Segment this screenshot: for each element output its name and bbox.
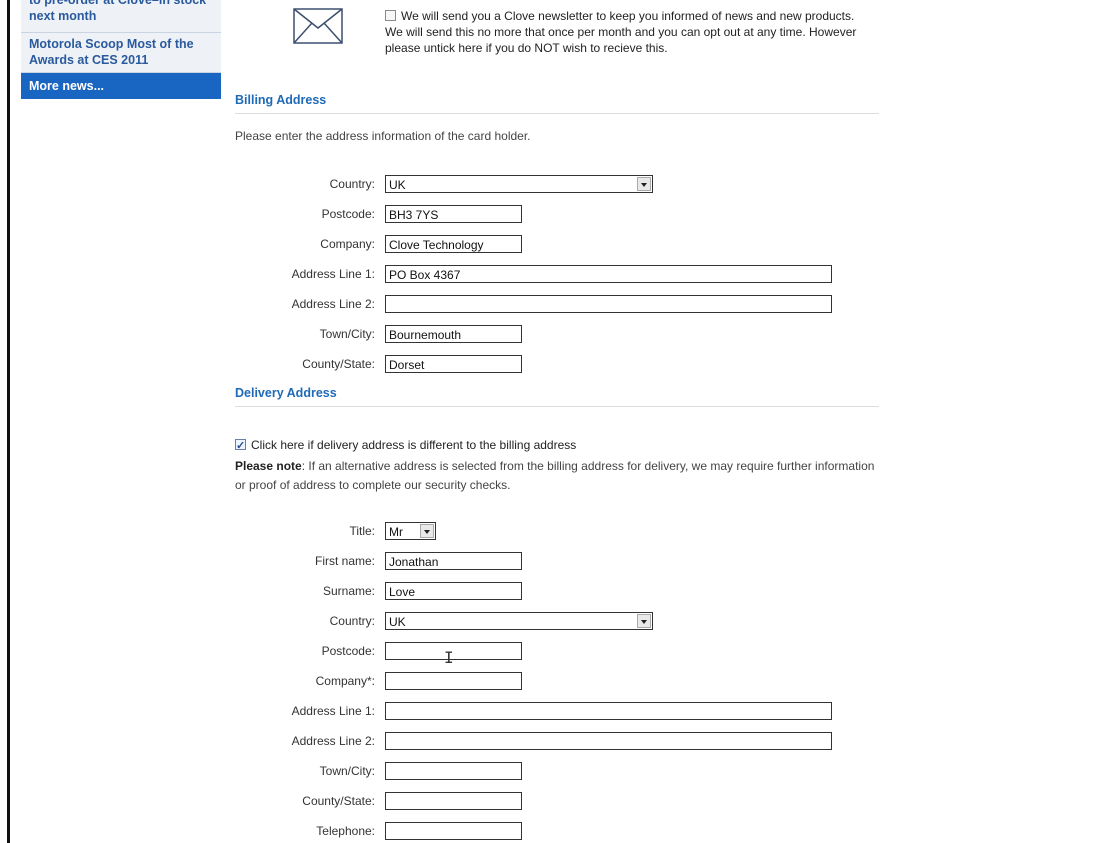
field-label: Town/City:: [319, 327, 375, 341]
billing-address-heading: Billing Address: [235, 93, 879, 114]
news-link[interactable]: to pre-order at Clove–in stock next mont…: [21, 0, 221, 33]
delivery-address2-input[interactable]: [385, 732, 832, 750]
field-label: First name:: [314, 554, 375, 568]
billing-intro: Please enter the address information of …: [235, 129, 531, 143]
field-label: Company:: [320, 237, 375, 251]
field-label: Title:: [349, 524, 375, 538]
billing-address2-input[interactable]: [385, 295, 832, 313]
delivery-town-input[interactable]: [385, 762, 522, 780]
field-label: Surname:: [322, 584, 375, 598]
chevron-down-icon[interactable]: [637, 614, 651, 628]
note-text: : If an alternative address is selected …: [235, 459, 875, 492]
field-label: Address Line 2:: [291, 297, 375, 311]
delivery-different-label: Click here if delivery address is differ…: [251, 438, 577, 452]
envelope-icon: [293, 8, 343, 44]
newsletter-checkbox[interactable]: [385, 10, 396, 21]
chevron-down-icon[interactable]: [637, 177, 651, 191]
field-label: Postcode:: [321, 644, 375, 658]
delivery-firstname-input[interactable]: Jonathan: [385, 552, 522, 570]
delivery-note: Please note: If an alternative address i…: [235, 457, 875, 495]
more-news-link[interactable]: More news...: [21, 73, 221, 99]
billing-address1-input[interactable]: PO Box 4367: [385, 265, 832, 283]
text-cursor-icon: I: [444, 648, 454, 667]
field-label: County/State:: [302, 357, 375, 371]
billing-company-input[interactable]: Clove Technology: [385, 235, 522, 253]
billing-postcode-input[interactable]: BH3 7YS: [385, 205, 522, 223]
field-label: Company*:: [315, 674, 375, 688]
billing-country-select[interactable]: UK: [385, 175, 653, 193]
field-label: Country:: [329, 177, 375, 191]
delivery-company-input[interactable]: [385, 672, 522, 690]
delivery-different-checkbox[interactable]: [235, 437, 246, 456]
field-label: Address Line 2:: [291, 734, 375, 748]
delivery-address-heading: Delivery Address: [235, 386, 879, 407]
billing-county-input[interactable]: Dorset: [385, 355, 522, 373]
news-sidebar: to pre-order at Clove–in stock next mont…: [21, 0, 221, 99]
note-heading: Please note: [235, 459, 302, 473]
delivery-different-option: Click here if delivery address is differ…: [235, 436, 875, 456]
field-label: County/State:: [302, 794, 375, 808]
delivery-telephone-input[interactable]: [385, 822, 522, 840]
page-left-border: [7, 0, 10, 843]
field-label: Address Line 1:: [291, 704, 375, 718]
delivery-title-select[interactable]: Mr: [385, 522, 436, 540]
field-label: Address Line 1:: [291, 267, 375, 281]
delivery-surname-input[interactable]: Love: [385, 582, 522, 600]
news-link[interactable]: Motorola Scoop Most of the Awards at CES…: [21, 33, 221, 73]
chevron-down-icon[interactable]: [420, 524, 434, 538]
field-label: Country:: [329, 614, 375, 628]
delivery-address1-input[interactable]: [385, 702, 832, 720]
field-label: Town/City:: [319, 764, 375, 778]
field-label: Postcode:: [321, 207, 375, 221]
delivery-country-select[interactable]: UK: [385, 612, 653, 630]
field-label: Telephone:: [316, 824, 375, 838]
billing-town-input[interactable]: Bournemouth: [385, 325, 522, 343]
newsletter-optin: We will send you a Clove newsletter to k…: [385, 8, 875, 56]
delivery-county-input[interactable]: [385, 792, 522, 810]
newsletter-text: We will send you a Clove newsletter to k…: [385, 9, 857, 55]
